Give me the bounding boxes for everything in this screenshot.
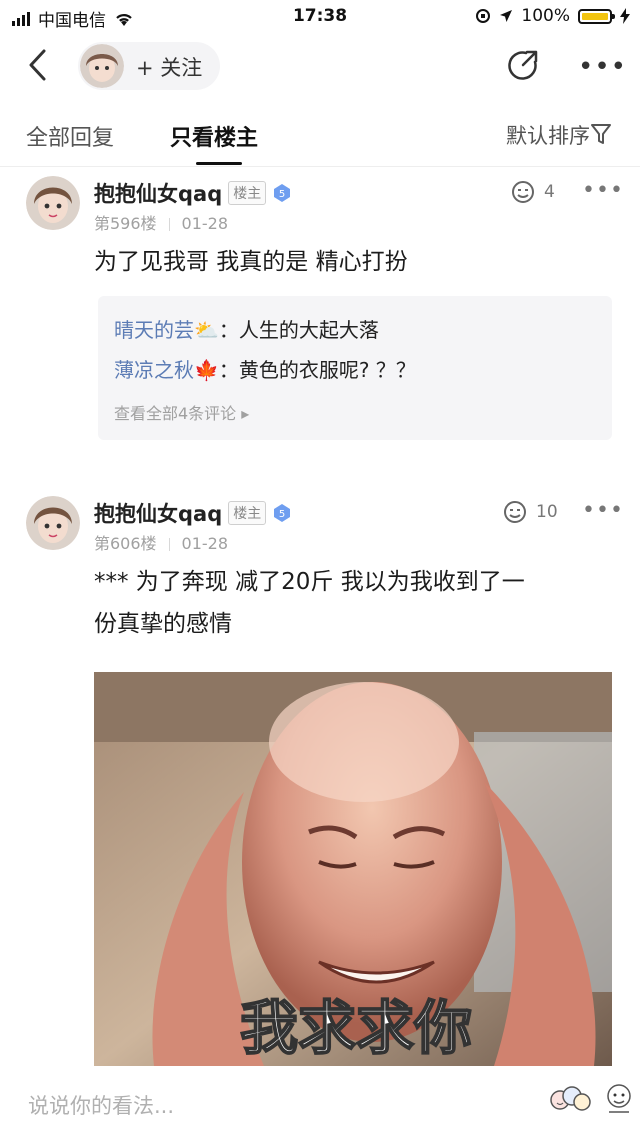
status-bar: 中国电信 17:38 100% (0, 0, 640, 34)
post-more-icon[interactable]: ••• (582, 498, 624, 523)
more-icon[interactable]: ••• (578, 52, 627, 82)
weather-emoji-icon: ⛅ (194, 318, 219, 342)
commenter-name[interactable]: 薄凉之秋 (114, 358, 194, 382)
like-icon (504, 501, 526, 523)
like-button[interactable]: 4 (510, 180, 555, 204)
sticker-character-icon[interactable] (604, 1082, 634, 1118)
share-icon[interactable] (506, 48, 540, 82)
location-icon (500, 10, 513, 22)
like-count: 4 (544, 182, 555, 202)
meta-divider (168, 538, 170, 551)
avatar[interactable] (26, 496, 80, 550)
post-content-line: *** 为了奔现 减了20斤 我以为我收到了一 (94, 569, 525, 595)
floor-number: 第606楼 (94, 534, 157, 553)
maple-leaf-emoji-icon: 🍁 (194, 358, 219, 382)
meme-image[interactable]: 我求求你 (94, 672, 612, 1066)
avatar[interactable] (80, 44, 124, 88)
post-content-line: 份真挚的感情 (94, 611, 232, 637)
level-badge-icon: 5 (274, 184, 291, 202)
level-badge-icon: 5 (274, 504, 291, 522)
post-header: 抱抱仙女qaq 楼主 5 (94, 178, 292, 208)
comment-text: ：人生的大起大落 (218, 318, 379, 342)
emoji-stickers-icon[interactable] (548, 1082, 592, 1118)
level-number: 5 (279, 509, 285, 520)
reply-input[interactable]: 说说你的看法... (28, 1090, 174, 1120)
reply-bar: 说说你的看法... (0, 1070, 640, 1138)
like-button[interactable]: 10 (502, 500, 558, 524)
back-arrow-icon[interactable] (24, 48, 54, 82)
op-badge: 楼主 (228, 501, 267, 525)
battery-percent: 100% (521, 6, 570, 26)
view-all-comments-link[interactable]: 查看全部4条评论 ▸ (114, 400, 249, 424)
level-number: 5 (279, 189, 285, 200)
like-icon (512, 181, 534, 203)
status-right: 100% (475, 6, 630, 26)
sub-comment[interactable]: 晴天的芸⛅：人生的大起大落 (114, 314, 379, 343)
post-more-icon[interactable]: ••• (582, 178, 624, 203)
tab-all-replies[interactable]: 全部回复 (26, 120, 114, 152)
sort-dropdown[interactable]: 默认排序 (506, 120, 590, 150)
post-header: 抱抱仙女qaq 楼主 5 (94, 498, 292, 528)
like-count: 10 (536, 502, 558, 522)
orientation-lock-icon (476, 9, 491, 23)
battery-fill (582, 12, 608, 20)
commenter-name[interactable]: 晴天的芸 (114, 318, 194, 342)
floor-number: 第596楼 (94, 214, 157, 233)
filter-icon[interactable] (590, 122, 612, 146)
battery-icon (578, 8, 615, 24)
op-badge: 楼主 (228, 181, 267, 205)
comment-text: ：黄色的衣服呢? ？？ (218, 358, 416, 382)
sub-comments[interactable]: 晴天的芸⛅：人生的大起大落 薄凉之秋🍁：黄色的衣服呢? ？？ 查看全部4条评论 … (98, 296, 612, 440)
post-date: 01-28 (181, 534, 229, 553)
sub-comment[interactable]: 薄凉之秋🍁：黄色的衣服呢? ？？ (114, 354, 416, 383)
meme-caption: 我求求你 (240, 994, 472, 1062)
reply-tabs: 全部回复 只看楼主 默认排序 (0, 108, 640, 167)
charging-icon (620, 8, 630, 24)
username[interactable]: 抱抱仙女qaq (94, 178, 222, 208)
post-meta: 第596楼 01-28 (94, 210, 228, 234)
meta-divider (168, 218, 170, 231)
follow-button[interactable]: + 关注 (136, 52, 202, 82)
nav-bar: + 关注 ••• (0, 34, 640, 98)
tab-op-only[interactable]: 只看楼主 (170, 120, 258, 152)
post-date: 01-28 (181, 214, 229, 233)
post-content: 为了见我哥 我真的是 精心打扮 (94, 249, 408, 275)
username[interactable]: 抱抱仙女qaq (94, 498, 222, 528)
post-meta: 第606楼 01-28 (94, 530, 228, 554)
avatar[interactable] (26, 176, 80, 230)
active-tab-indicator (196, 162, 242, 165)
